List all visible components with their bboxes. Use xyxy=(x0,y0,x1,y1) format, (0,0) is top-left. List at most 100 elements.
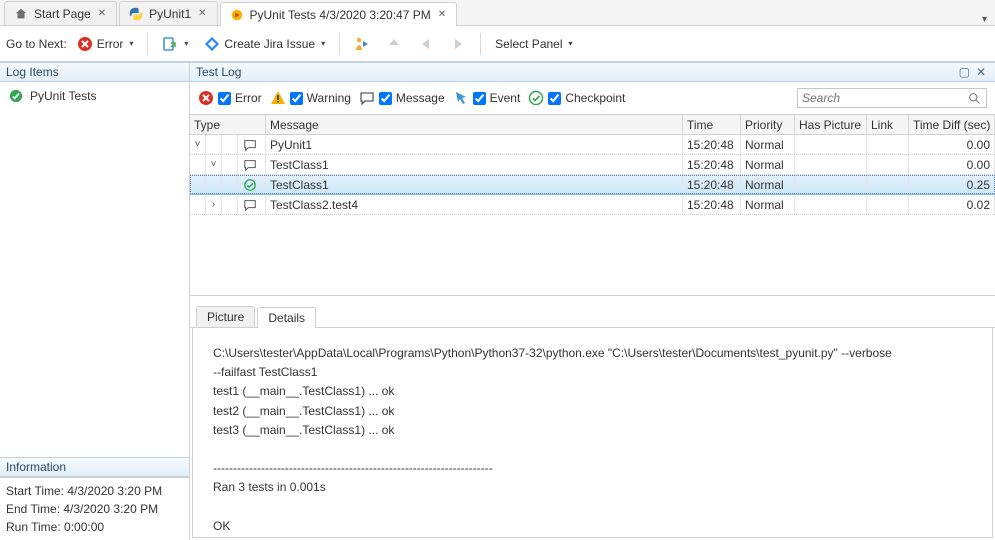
col-type[interactable]: Type xyxy=(190,115,266,134)
chevron-down-icon[interactable]: ˅ xyxy=(210,159,217,171)
python-icon xyxy=(128,6,144,22)
chevron-right-icon[interactable]: › xyxy=(210,199,217,211)
info-start-time: Start Time: 4/3/2020 3:20 PM xyxy=(6,482,183,500)
cell-time: 15:20:48 xyxy=(683,155,741,174)
col-message[interactable]: Message xyxy=(266,115,683,134)
log-items-header: Log Items xyxy=(0,62,189,82)
cell-priority: Normal xyxy=(741,155,795,174)
nav-back-button[interactable] xyxy=(412,32,440,56)
filter-error-button[interactable]: Error ▾ xyxy=(71,32,140,56)
detail-tabs: Picture Details xyxy=(190,304,995,328)
tabs-overflow-icon[interactable]: ▾ xyxy=(974,14,995,25)
col-priority[interactable]: Priority xyxy=(741,115,795,134)
filter-event-label: Event xyxy=(490,91,521,105)
nav-forward-button[interactable] xyxy=(444,32,472,56)
tree-row-root[interactable]: PyUnit Tests xyxy=(4,86,185,106)
search-input[interactable] xyxy=(802,91,966,105)
check-circle-icon xyxy=(242,177,258,193)
search-box[interactable] xyxy=(797,88,987,108)
details-text[interactable]: C:\Users\tester\AppData\Local\Programs\P… xyxy=(192,328,993,538)
filter-message-checkbox[interactable] xyxy=(379,92,392,105)
jira-icon xyxy=(204,36,220,52)
filter-error[interactable]: Error xyxy=(198,90,262,106)
search-icon[interactable] xyxy=(966,90,982,106)
close-icon[interactable]: ✕ xyxy=(196,8,208,19)
right-panel: Test Log ▢ ✕ Error Warning Message xyxy=(190,62,995,540)
chevron-down-icon[interactable]: ˅ xyxy=(194,139,201,151)
cell-priority: Normal xyxy=(741,195,795,214)
cursor-icon xyxy=(453,90,469,106)
arrow-up-icon xyxy=(386,36,402,52)
filter-checkpoint-label: Checkpoint xyxy=(565,91,625,105)
home-icon xyxy=(13,6,29,22)
cell-timediff: 0.00 xyxy=(909,135,995,154)
col-haspicture[interactable]: Has Picture xyxy=(795,115,867,134)
filter-message-label: Message xyxy=(396,91,445,105)
tab-label: Start Page xyxy=(34,7,91,21)
nav-up-button[interactable] xyxy=(380,32,408,56)
chevron-down-icon: ▾ xyxy=(569,39,573,48)
filter-checkpoint[interactable]: Checkpoint xyxy=(528,90,625,106)
filter-event[interactable]: Event xyxy=(453,90,521,106)
chevron-down-icon: ▾ xyxy=(184,39,188,48)
col-timediff[interactable]: Time Diff (sec) xyxy=(909,115,995,134)
error-icon xyxy=(77,36,93,52)
close-icon[interactable]: ✕ xyxy=(96,8,108,19)
log-items-tree[interactable]: PyUnit Tests xyxy=(0,82,189,457)
tab-label: PyUnit1 xyxy=(149,7,191,21)
info-run-time: Run Time: 0:00:00 xyxy=(6,518,183,536)
nav-jump-button[interactable] xyxy=(348,32,376,56)
test-log-title: Test Log xyxy=(196,65,241,79)
filter-error-checkbox[interactable] xyxy=(218,92,231,105)
cell-link xyxy=(867,195,909,214)
filter-checkpoint-checkbox[interactable] xyxy=(548,92,561,105)
tab-pyunit1[interactable]: PyUnit1 ✕ xyxy=(119,1,217,25)
select-panel-button[interactable]: Select Panel ▾ xyxy=(489,33,578,55)
filter-message[interactable]: Message xyxy=(359,90,445,106)
check-circle-icon xyxy=(8,88,24,104)
table-row[interactable]: ›TestClass2.test415:20:48Normal0.02 xyxy=(190,195,995,215)
table-row[interactable]: ˅TestClass115:20:48Normal0.00 xyxy=(190,155,995,175)
filter-error-label: Error xyxy=(235,91,262,105)
message-icon xyxy=(242,197,258,213)
test-run-icon xyxy=(229,7,245,23)
arrow-left-icon xyxy=(418,36,434,52)
create-jira-button[interactable]: Create Jira Issue ▾ xyxy=(198,32,331,56)
tree-row-label: PyUnit Tests xyxy=(30,89,96,103)
export-icon xyxy=(162,36,178,52)
col-link[interactable]: Link xyxy=(867,115,909,134)
tab-pyunit-tests[interactable]: PyUnit Tests 4/3/2020 3:20:47 PM ✕ xyxy=(220,2,458,26)
grid-body[interactable]: ˅PyUnit115:20:48Normal0.00˅TestClass115:… xyxy=(190,135,995,295)
maximize-icon[interactable]: ▢ xyxy=(956,65,973,79)
select-panel-label: Select Panel xyxy=(495,37,562,51)
tab-details[interactable]: Details xyxy=(257,307,316,328)
cell-haspicture xyxy=(795,155,867,174)
cell-link xyxy=(867,135,909,154)
filter-warning-checkbox[interactable] xyxy=(290,92,303,105)
table-row[interactable]: ˅PyUnit115:20:48Normal0.00 xyxy=(190,135,995,155)
table-row[interactable]: TestClass115:20:48Normal0.25 xyxy=(190,175,995,195)
cell-message: PyUnit1 xyxy=(266,135,683,154)
message-icon xyxy=(242,137,258,153)
tab-start-page[interactable]: Start Page ✕ xyxy=(4,1,117,25)
close-icon[interactable]: ✕ xyxy=(973,65,989,79)
information-header: Information xyxy=(0,457,189,477)
col-time[interactable]: Time xyxy=(683,115,741,134)
cell-priority: Normal xyxy=(741,135,795,154)
cell-link xyxy=(867,155,909,174)
left-panel: Log Items PyUnit Tests Information Start… xyxy=(0,62,190,540)
warning-icon xyxy=(270,90,286,106)
information-pane: Start Time: 4/3/2020 3:20 PM End Time: 4… xyxy=(0,477,189,540)
test-log-grid: Type Message Time Priority Has Picture L… xyxy=(190,115,995,296)
filter-warning-label: Warning xyxy=(307,91,351,105)
close-icon[interactable]: ✕ xyxy=(436,9,448,20)
grid-header[interactable]: Type Message Time Priority Has Picture L… xyxy=(190,115,995,135)
export-button[interactable]: ▾ xyxy=(156,32,194,56)
filter-warning[interactable]: Warning xyxy=(270,90,351,106)
tab-label: PyUnit Tests 4/3/2020 3:20:47 PM xyxy=(250,8,431,22)
chevron-down-icon: ▾ xyxy=(129,39,133,48)
filter-event-checkbox[interactable] xyxy=(473,92,486,105)
tab-picture[interactable]: Picture xyxy=(196,306,255,327)
arrow-right-icon xyxy=(450,36,466,52)
toolbar: Go to Next: Error ▾ ▾ Create Jira Issue … xyxy=(0,26,995,62)
